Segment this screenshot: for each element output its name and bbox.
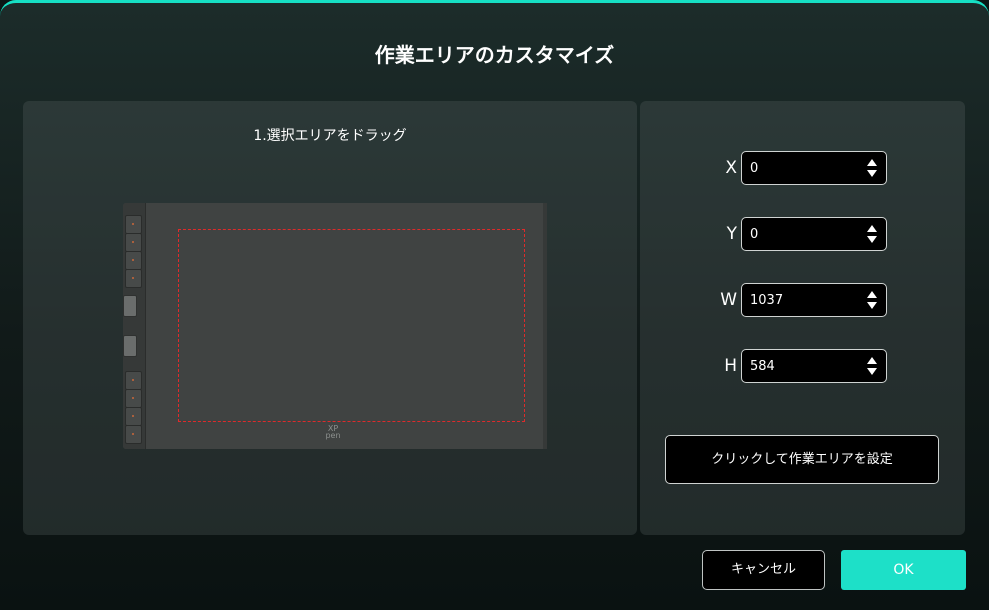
spin-arrows-icon[interactable] [866,355,878,377]
spin-arrows-icon[interactable] [866,223,878,245]
express-key [125,371,142,390]
tablet-key-strip [123,203,146,449]
x-spinbox[interactable]: 0 [741,151,887,185]
set-work-area-button[interactable]: クリックして作業エリアを設定 [665,435,939,484]
x-value: 0 [750,161,759,176]
ok-button[interactable]: OK [841,550,966,590]
spin-arrows-icon[interactable] [866,157,878,179]
y-value: 0 [750,227,759,242]
roller-wheel [123,295,137,317]
express-key [125,269,142,288]
h-value: 584 [750,359,775,374]
settings-panel: X 0 Y 0 W 1037 H 584 クリックして作業エリアを設定 [640,101,965,535]
express-key [125,251,142,270]
h-label: H [724,356,737,376]
work-area-selection[interactable] [178,229,525,422]
roller-wheel [123,335,137,357]
y-label: Y [726,224,737,244]
express-key [125,425,142,444]
w-label: W [720,290,737,310]
express-key [125,215,142,234]
express-key [125,233,142,252]
express-key [125,389,142,408]
xp-pen-logo: XP pen [325,424,341,440]
dialog-title: 作業エリアのカスタマイズ [374,43,615,67]
cancel-button[interactable]: キャンセル [702,550,825,590]
tablet-preview: XP pen [123,203,547,449]
spin-arrows-icon[interactable] [866,289,878,311]
express-key [125,407,142,426]
work-area-dialog: 作業エリアのカスタマイズ 1.選択エリアをドラッグ XP pen X 0 Y 0… [0,0,989,610]
preview-panel: 1.選択エリアをドラッグ XP pen [23,101,637,535]
y-spinbox[interactable]: 0 [741,217,887,251]
w-spinbox[interactable]: 1037 [741,283,887,317]
x-label: X [725,158,737,178]
drag-instruction: 1.選択エリアをドラッグ [253,128,407,144]
tablet-edge [543,203,547,449]
h-spinbox[interactable]: 584 [741,349,887,383]
w-value: 1037 [750,293,784,308]
